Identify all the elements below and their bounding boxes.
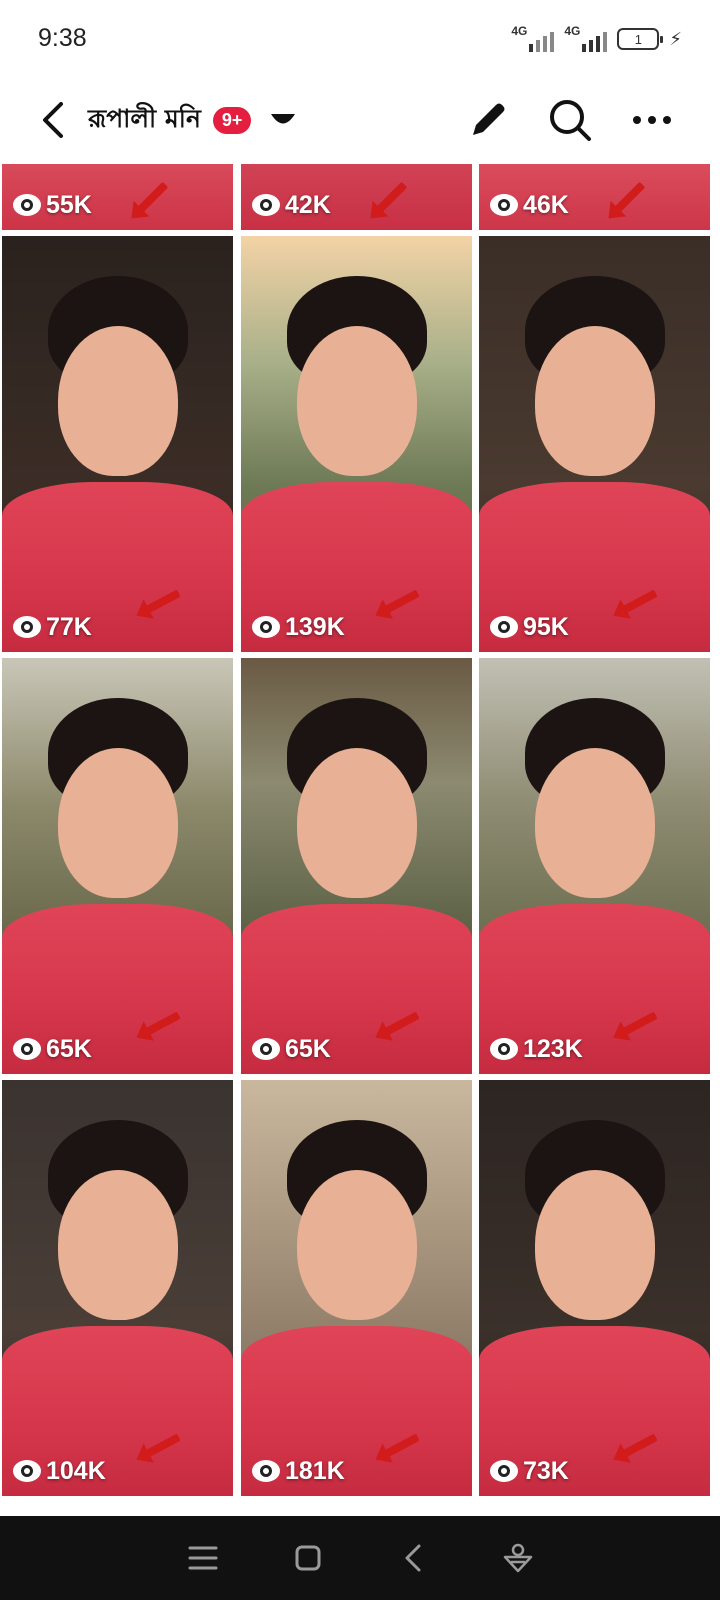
eye-icon bbox=[13, 616, 41, 638]
view-count: 104K bbox=[12, 1456, 106, 1486]
system-nav-bar bbox=[0, 1516, 720, 1600]
eye-icon bbox=[13, 1460, 41, 1482]
view-count-label: 104K bbox=[46, 1456, 106, 1485]
eye-icon bbox=[252, 616, 280, 638]
home-square-icon bbox=[295, 1545, 320, 1571]
view-count: 42K bbox=[251, 190, 331, 220]
network-type-label: 4G bbox=[511, 24, 528, 38]
charging-icon: ⚡ bbox=[669, 28, 682, 50]
back-icon bbox=[405, 1544, 420, 1572]
reel-tile[interactable]: 65K bbox=[2, 658, 233, 1074]
thumbnail-art bbox=[534, 1170, 655, 1320]
recents-button[interactable] bbox=[175, 1530, 231, 1586]
view-count-label: 65K bbox=[285, 1034, 331, 1063]
view-count-label: 55K bbox=[46, 190, 92, 219]
thumbnail-art bbox=[57, 326, 178, 476]
thumbnail-art bbox=[296, 326, 417, 476]
thumbnail-art bbox=[57, 1170, 178, 1320]
back-button[interactable] bbox=[24, 90, 84, 150]
reel-tile[interactable]: 95K bbox=[479, 236, 710, 652]
view-count-label: 139K bbox=[285, 612, 345, 641]
system-back-button[interactable] bbox=[385, 1530, 441, 1586]
view-count: 65K bbox=[12, 1034, 92, 1064]
reels-grid: 55K 42K 46K 77K 139K 95K 65K 65K 123K 10… bbox=[0, 164, 720, 1516]
profile-title-group[interactable]: রূপালী মনি 9+ bbox=[88, 92, 303, 148]
battery-icon: 1 bbox=[617, 28, 664, 50]
thumbnail-art bbox=[296, 1170, 417, 1320]
reel-tile[interactable]: 139K bbox=[241, 236, 472, 652]
eye-icon bbox=[252, 1038, 280, 1060]
view-count: 123K bbox=[489, 1034, 583, 1064]
pencil-icon bbox=[473, 103, 505, 135]
eye-icon bbox=[252, 194, 280, 216]
view-count-label: 46K bbox=[523, 190, 569, 219]
network-type-label: 4G bbox=[564, 24, 581, 38]
thumbnail-art bbox=[534, 326, 655, 476]
eye-icon bbox=[13, 194, 41, 216]
status-bar: 9:38 4G 4G 1 ⚡ bbox=[0, 0, 720, 80]
reel-tile[interactable]: 46K bbox=[479, 164, 710, 230]
eye-icon bbox=[490, 1038, 518, 1060]
eye-icon bbox=[252, 1460, 280, 1482]
reel-tile[interactable]: 65K bbox=[241, 658, 472, 1074]
edit-button[interactable] bbox=[458, 90, 518, 150]
eye-icon bbox=[13, 1038, 41, 1060]
view-count-label: 181K bbox=[285, 1456, 345, 1485]
eye-icon bbox=[490, 194, 518, 216]
caret-down-icon bbox=[271, 114, 296, 124]
app-header: রূপালী মনি 9+ bbox=[0, 80, 720, 164]
battery-level: 1 bbox=[634, 31, 642, 47]
reel-tile[interactable]: 55K bbox=[2, 164, 233, 230]
view-count-label: 95K bbox=[523, 612, 569, 641]
view-count: 139K bbox=[251, 612, 345, 642]
dropdown-button[interactable] bbox=[263, 100, 303, 140]
reel-tile[interactable]: 181K bbox=[241, 1080, 472, 1496]
signal-icon: 4G bbox=[564, 24, 608, 52]
signal-icon: 4G bbox=[511, 24, 555, 52]
view-count: 95K bbox=[489, 612, 569, 642]
view-count: 77K bbox=[12, 612, 92, 642]
notification-badge: 9+ bbox=[212, 106, 252, 134]
status-icons: 4G 4G 1 ⚡ bbox=[511, 24, 682, 52]
thumbnail-art bbox=[57, 748, 178, 898]
view-count-label: 77K bbox=[46, 612, 92, 641]
view-count: 181K bbox=[251, 1456, 345, 1486]
reel-tile[interactable]: 42K bbox=[241, 164, 472, 230]
view-count: 65K bbox=[251, 1034, 331, 1064]
home-button[interactable] bbox=[280, 1530, 336, 1586]
thumbnail-art bbox=[534, 748, 655, 898]
reel-tile[interactable]: 77K bbox=[2, 236, 233, 652]
reel-tile[interactable]: 123K bbox=[479, 658, 710, 1074]
back-arrow-icon bbox=[43, 102, 63, 138]
reel-tile[interactable]: 73K bbox=[479, 1080, 710, 1496]
search-button[interactable] bbox=[540, 90, 600, 150]
view-count-label: 73K bbox=[523, 1456, 569, 1485]
menu-icon bbox=[188, 1546, 217, 1570]
page-title: রূপালী মনি bbox=[88, 103, 201, 133]
view-count-label: 65K bbox=[46, 1034, 92, 1063]
eye-icon bbox=[490, 616, 518, 638]
more-button[interactable] bbox=[622, 90, 682, 150]
more-horizontal-icon bbox=[633, 116, 671, 124]
search-icon bbox=[550, 100, 591, 141]
thumbnail-art bbox=[296, 748, 417, 898]
eye-icon bbox=[490, 1460, 518, 1482]
view-count: 46K bbox=[489, 190, 569, 220]
view-count-label: 123K bbox=[523, 1034, 583, 1063]
assistant-button[interactable] bbox=[490, 1530, 546, 1586]
status-time: 9:38 bbox=[38, 24, 87, 52]
view-count-label: 42K bbox=[285, 190, 331, 219]
assistant-icon bbox=[503, 1543, 532, 1573]
reel-tile[interactable]: 104K bbox=[2, 1080, 233, 1496]
view-count: 55K bbox=[12, 190, 92, 220]
view-count: 73K bbox=[489, 1456, 569, 1486]
